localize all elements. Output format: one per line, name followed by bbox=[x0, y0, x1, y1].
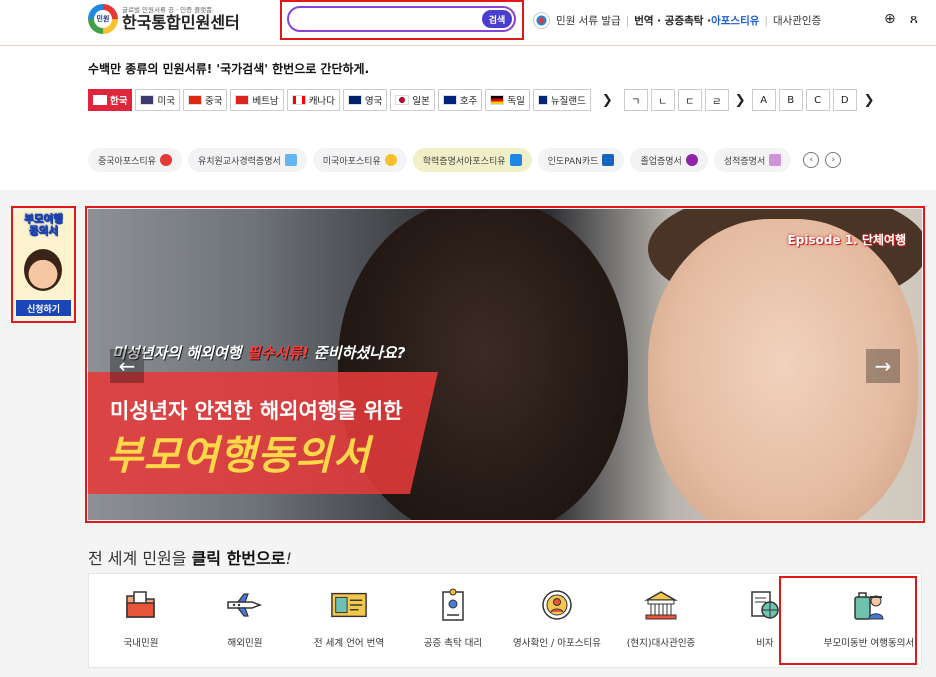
folder-icon bbox=[122, 588, 160, 622]
index-digeut[interactable]: ㄷ bbox=[677, 89, 702, 111]
report-icon bbox=[769, 154, 782, 166]
highlight-side-banner bbox=[11, 206, 76, 323]
prev-chip-button[interactable]: ‹ bbox=[803, 152, 820, 168]
graduation-cap-icon bbox=[509, 154, 522, 166]
highlight-travel-consent bbox=[779, 576, 917, 665]
medal-icon bbox=[384, 154, 397, 166]
globe-icon[interactable]: ⊕ bbox=[884, 11, 896, 27]
index-c[interactable]: C bbox=[805, 89, 830, 111]
id-card-icon bbox=[602, 154, 615, 166]
flag-icon bbox=[395, 95, 410, 105]
doc-chip[interactable]: 미국아포스티유 bbox=[312, 148, 407, 172]
highlight-search bbox=[280, 0, 524, 40]
index-a[interactable]: A bbox=[751, 89, 776, 111]
service-embassy[interactable]: (현지)대사관인증 bbox=[609, 574, 713, 667]
index-b[interactable]: B bbox=[778, 89, 803, 111]
chevron-right-icon[interactable]: ❯ bbox=[602, 93, 613, 108]
index-giyeok[interactable]: ㄱ bbox=[623, 89, 648, 111]
doc-chip[interactable]: 학력증명서아포스티유 bbox=[412, 148, 532, 172]
flag-icon bbox=[291, 95, 306, 105]
country-selector: 한국 미국 중국 베트남 캐나다 영국 일본 호주 독일 뉴질랜드 ❯ ㄱ ㄴ … bbox=[88, 89, 879, 111]
popular-documents: 중국아포스티유 유치원교사경력증명서 미국아포스티유 학력증명서아포스티유 인도… bbox=[88, 148, 842, 172]
logo-emblem-icon: 민원 bbox=[88, 4, 118, 34]
gem-icon bbox=[685, 154, 698, 166]
flag-icon bbox=[347, 95, 362, 105]
seal-icon bbox=[538, 588, 576, 622]
index-nieun[interactable]: ㄴ bbox=[650, 89, 675, 111]
country-vietnam[interactable]: 베트남 bbox=[230, 89, 284, 111]
services-title: 전 세계 민원을 클릭 한번으로! bbox=[88, 549, 292, 568]
certificate-icon bbox=[284, 154, 297, 166]
site-logo[interactable]: 민원 글로벌 민원서류 공 · 인증 플랫폼 한국통합민원센터 bbox=[88, 4, 240, 34]
country-canada[interactable]: 캐나다 bbox=[286, 89, 340, 111]
country-usa[interactable]: 미국 bbox=[135, 89, 180, 111]
index-rieul[interactable]: ㄹ bbox=[704, 89, 729, 111]
menu-translation-notary[interactable]: 번역 · 공증촉탁 · bbox=[634, 13, 711, 28]
flag-icon bbox=[140, 95, 155, 105]
service-overseas[interactable]: 해외민원 bbox=[193, 574, 297, 667]
airplane-icon bbox=[226, 588, 264, 622]
doc-chip[interactable]: 성적증명서 bbox=[713, 148, 792, 172]
country-australia[interactable]: 호주 bbox=[437, 89, 483, 111]
doc-chip[interactable]: 졸업증명서 bbox=[630, 148, 708, 172]
country-korea[interactable]: 한국 bbox=[88, 89, 133, 111]
china-flag-icon bbox=[159, 154, 172, 166]
country-china[interactable]: 중국 bbox=[182, 89, 228, 111]
embassy-icon bbox=[642, 588, 680, 622]
country-uk[interactable]: 영국 bbox=[342, 89, 388, 111]
service-apostille[interactable]: 영사확인 / 아포스티유 bbox=[505, 574, 609, 667]
service-domestic[interactable]: 국내민원 bbox=[89, 574, 193, 667]
flag-icon bbox=[490, 95, 505, 105]
notary-document-icon bbox=[434, 588, 472, 622]
doc-chip[interactable]: 유치원교사경력증명서 bbox=[187, 148, 307, 172]
flag-icon bbox=[537, 95, 548, 105]
tagline: 수백만 종류의 민원서류! '국가검색' 한번으로 간단하게. bbox=[88, 62, 370, 76]
flag-icon bbox=[93, 95, 107, 105]
menu-issue-docs[interactable]: 민원 서류 발급 bbox=[556, 13, 621, 28]
service-translation[interactable]: 전 세계 언어 번역 bbox=[297, 574, 401, 667]
country-japan[interactable]: 일본 bbox=[390, 89, 435, 111]
doc-chip[interactable]: 인도PAN카드 bbox=[537, 148, 625, 172]
next-chip-button[interactable]: › bbox=[825, 152, 842, 168]
passport-icon bbox=[330, 588, 368, 622]
highlight-hero-banner bbox=[85, 206, 925, 523]
flag-icon bbox=[442, 95, 457, 105]
korea-flag-icon bbox=[533, 12, 550, 29]
flag-icon bbox=[187, 95, 202, 105]
flag-icon bbox=[235, 95, 250, 105]
service-notary[interactable]: 공증 촉탁 대리 bbox=[401, 574, 505, 667]
user-icon[interactable]: ጸ bbox=[910, 11, 918, 27]
chevron-right-icon[interactable]: ❯ bbox=[735, 93, 746, 108]
header: 민원 글로벌 민원서류 공 · 인증 플랫폼 한국통합민원센터 검색 민원 서류… bbox=[0, 0, 936, 46]
top-menu: 민원 서류 발급 | 번역 · 공증촉탁 · 아포스티유 | 대사관인증 bbox=[533, 12, 821, 29]
doc-chip[interactable]: 중국아포스티유 bbox=[88, 148, 182, 172]
menu-embassy-cert[interactable]: 대사관인증 bbox=[773, 13, 821, 28]
chevron-right-icon[interactable]: ❯ bbox=[864, 93, 875, 108]
country-newzealand[interactable]: 뉴질랜드 bbox=[532, 89, 591, 111]
country-germany[interactable]: 독일 bbox=[485, 89, 530, 111]
logo-title: 한국통합민원센터 bbox=[122, 13, 240, 33]
menu-apostille[interactable]: 아포스티유 bbox=[711, 13, 759, 28]
index-d[interactable]: D bbox=[832, 89, 857, 111]
